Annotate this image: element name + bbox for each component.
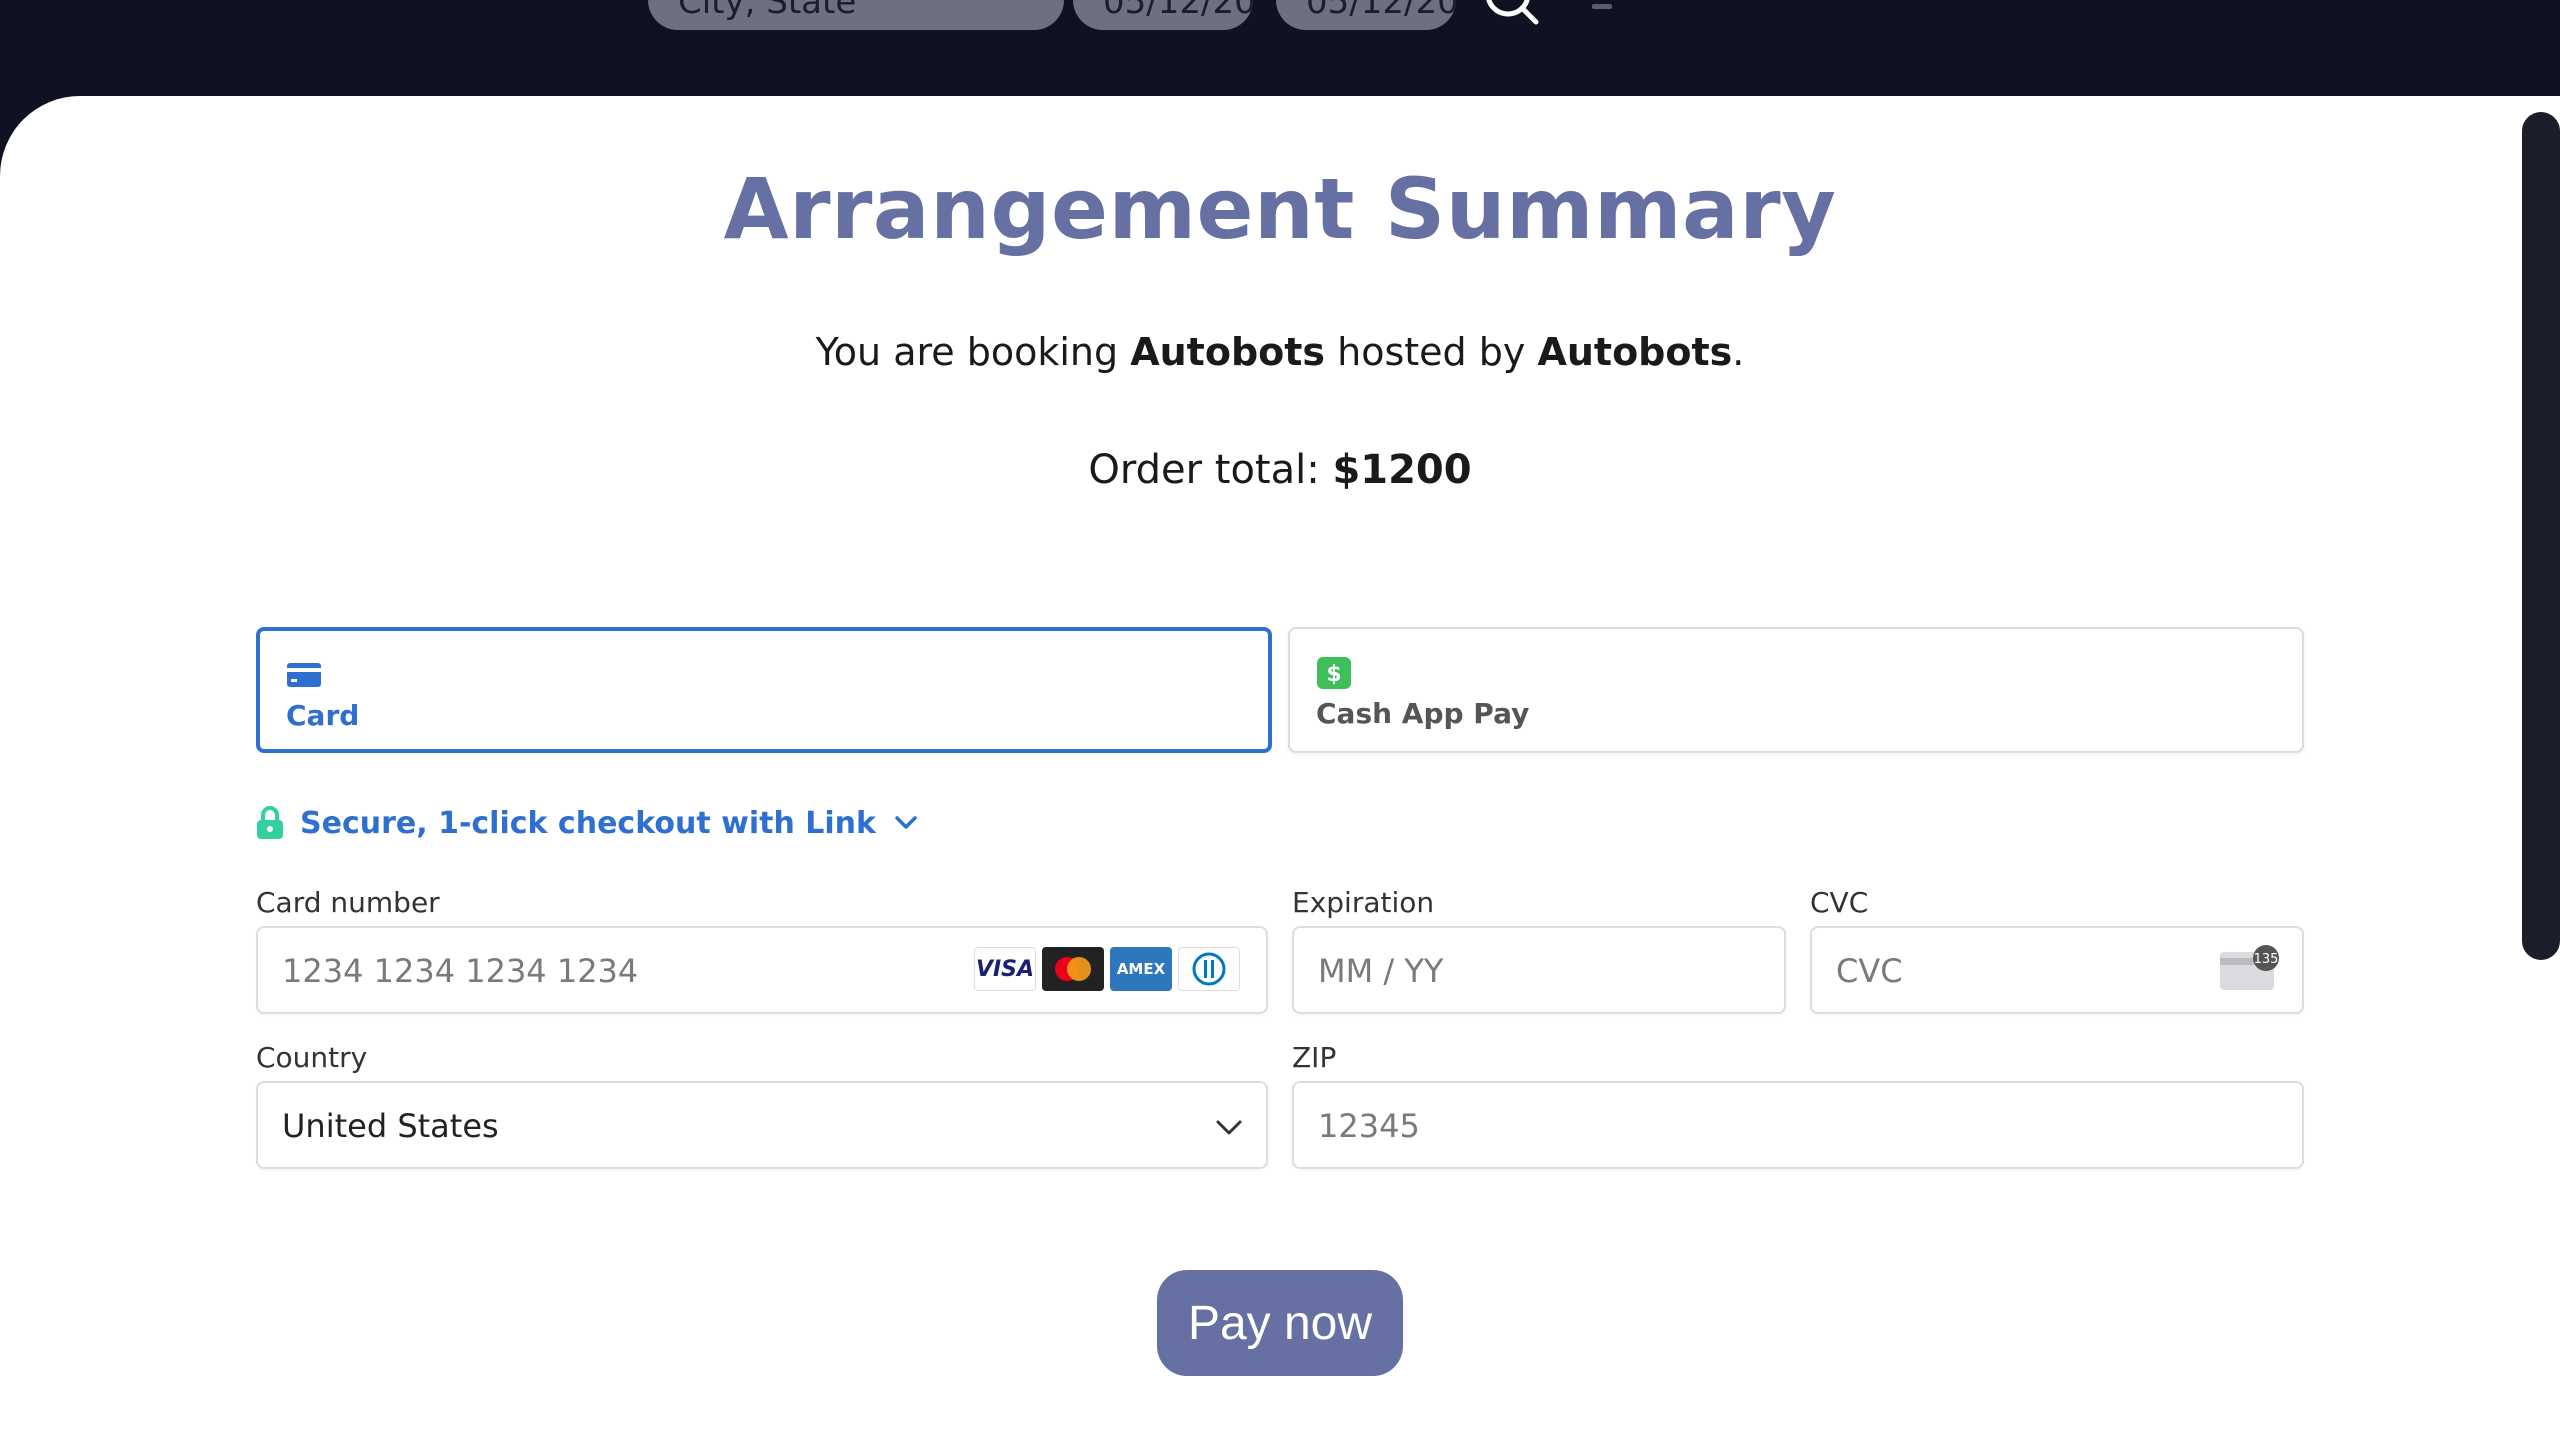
- card-number-label: Card number: [256, 886, 440, 919]
- visa-icon: VISA: [974, 947, 1036, 991]
- card-number-placeholder: 1234 1234 1234 1234: [282, 952, 639, 990]
- cvc-label: CVC: [1810, 886, 1869, 919]
- zip-input[interactable]: 12345: [1292, 1081, 2304, 1169]
- country-label: Country: [256, 1041, 368, 1074]
- cvc-badge-text: 135: [2254, 952, 2279, 967]
- cvc-input[interactable]: CVC 135: [1810, 926, 2304, 1014]
- diners-club-icon: [1178, 947, 1240, 991]
- cvc-card-icon: 135: [2220, 945, 2279, 990]
- host-name: Autobots: [1537, 330, 1733, 374]
- zip-placeholder: 12345: [1318, 1107, 1420, 1145]
- card-number-input[interactable]: 1234 1234 1234 1234 VISA AMEX: [256, 926, 1268, 1014]
- booking-prefix: You are booking: [815, 330, 1131, 374]
- end-date-input[interactable]: 05/12/2025: [1276, 0, 1456, 30]
- tab-card[interactable]: Card: [256, 627, 1272, 753]
- search-icon[interactable]: [1484, 0, 1540, 26]
- expiration-label: Expiration: [1292, 886, 1435, 919]
- mastercard-icon: [1042, 947, 1104, 991]
- checkout-panel: [0, 96, 2522, 1442]
- amex-icon: AMEX: [1110, 947, 1172, 991]
- chevron-down-icon: [1216, 1120, 1242, 1135]
- order-total: Order total: $1200: [0, 447, 2560, 493]
- listing-name: Autobots: [1130, 330, 1326, 374]
- page-title: Arrangement Summary: [723, 160, 1837, 258]
- order-total-label: Order total:: [1088, 447, 1333, 493]
- cvc-placeholder: CVC: [1836, 952, 1903, 990]
- amex-label: AMEX: [1116, 960, 1166, 978]
- tab-cash-app-label: Cash App Pay: [1316, 697, 1530, 730]
- expiration-input[interactable]: MM / YY: [1292, 926, 1786, 1014]
- visa-label: VISA: [975, 956, 1035, 982]
- link-checkout-toggle[interactable]: Secure, 1-click checkout with Link: [256, 800, 920, 846]
- country-value: United States: [282, 1107, 499, 1145]
- link-checkout-text: Secure, 1-click checkout with Link: [300, 805, 876, 841]
- menu-icon[interactable]: [1592, 4, 1612, 9]
- svg-text:$: $: [1326, 662, 1341, 687]
- location-placeholder: City, State: [678, 0, 857, 22]
- chevron-down-icon: [895, 816, 917, 829]
- cash-app-icon: $: [1317, 657, 1351, 689]
- expiration-placeholder: MM / YY: [1318, 952, 1444, 990]
- booking-description: You are booking Autobots hosted by Autob…: [0, 330, 2560, 374]
- tab-card-label: Card: [286, 699, 360, 732]
- credit-card-icon: [287, 663, 321, 687]
- order-total-value: $1200: [1332, 447, 1472, 493]
- end-date-value: 05/12/2025: [1306, 0, 1456, 22]
- start-date-value: 05/12/2025: [1103, 0, 1253, 22]
- zip-label: ZIP: [1292, 1041, 1337, 1074]
- lock-icon: [257, 806, 283, 839]
- country-select[interactable]: United States: [256, 1081, 1268, 1169]
- tab-cash-app-pay[interactable]: $ Cash App Pay: [1288, 627, 2304, 753]
- location-search-input[interactable]: City, State: [648, 0, 1064, 30]
- hosted-by-text: hosted by: [1325, 330, 1538, 374]
- pay-now-button[interactable]: Pay now: [1157, 1270, 1403, 1376]
- booking-period: .: [1732, 330, 1745, 374]
- start-date-input[interactable]: 05/12/2025: [1073, 0, 1253, 30]
